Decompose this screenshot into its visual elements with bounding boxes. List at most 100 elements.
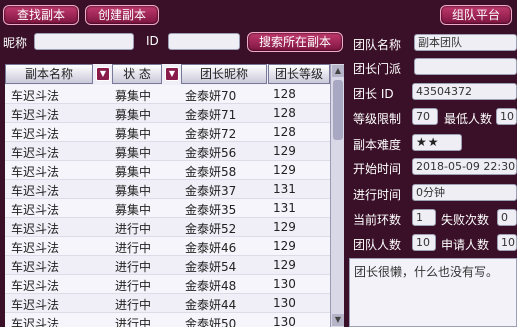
cell-leader-nickname: 金泰妍52 — [185, 222, 237, 236]
team-name-label: 团队名称 — [353, 38, 402, 52]
cell-dungeon-name: 车迟斗法 — [11, 127, 60, 141]
nickname-label: 昵称 — [3, 36, 28, 50]
cell-leader-nickname: 金泰妍71 — [185, 108, 237, 122]
cell-status: 募集中 — [115, 165, 152, 179]
cell-leader-level: 129 — [273, 258, 296, 272]
cell-dungeon-name: 车迟斗法 — [11, 317, 60, 327]
cell-leader-level: 131 — [273, 182, 296, 196]
cell-dungeon-name: 车迟斗法 — [11, 108, 60, 122]
scroll-up-icon[interactable]: ▲ — [332, 65, 344, 77]
dungeon-table: 副本名称 ▼ 状 态 ▼ 团长昵称 团长等级 车迟斗法 募集中 金泰妍70 128 车迟… — [5, 64, 330, 327]
cell-status: 募集中 — [115, 146, 152, 160]
cell-dungeon-name: 车迟斗法 — [11, 89, 60, 103]
create-dungeon-button[interactable]: 创建副本 — [85, 5, 159, 25]
cell-leader-level: 129 — [273, 220, 296, 234]
search-dungeon-button[interactable]: 查找副本 — [3, 5, 79, 25]
current-round-value: 1 — [412, 209, 436, 226]
cell-status: 进行中 — [115, 260, 152, 274]
table-scrollbar[interactable]: ▲ ▼ — [330, 64, 344, 327]
applicants-value: 10 — [497, 234, 517, 251]
search-location-button[interactable]: 搜索所在副本 — [247, 32, 343, 52]
min-players-value: 10 — [496, 108, 517, 125]
table-row[interactable]: 车迟斗法 进行中 金泰妍52 129 — [5, 218, 330, 237]
elapsed-time-value: 0分钟 — [412, 184, 517, 201]
cell-leader-nickname: 金泰妍37 — [185, 184, 237, 198]
cell-leader-nickname: 金泰妍35 — [185, 203, 237, 217]
cell-status: 募集中 — [115, 203, 152, 217]
leader-note-box: 团长很懒，什么也没有写。 — [349, 258, 517, 327]
cell-leader-level: 128 — [273, 87, 296, 101]
team-size-value: 10 — [412, 234, 436, 251]
cell-dungeon-name: 车迟斗法 — [11, 260, 60, 274]
cell-leader-nickname: 金泰妍56 — [185, 146, 237, 160]
column-header-leader-nickname[interactable]: 团长昵称 — [181, 64, 267, 84]
cell-status: 募集中 — [115, 89, 152, 103]
table-row[interactable]: 车迟斗法 募集中 金泰妍35 131 — [5, 199, 330, 218]
table-row[interactable]: 车迟斗法 募集中 金泰妍56 129 — [5, 142, 330, 161]
cell-leader-level: 130 — [273, 315, 296, 327]
current-round-label: 当前环数 — [353, 213, 402, 227]
table-row[interactable]: 车迟斗法 募集中 金泰妍70 128 — [5, 85, 330, 104]
table-row[interactable]: 车迟斗法 募集中 金泰妍58 129 — [5, 161, 330, 180]
scroll-thumb[interactable] — [333, 80, 343, 140]
cell-leader-level: 130 — [273, 277, 296, 291]
cell-dungeon-name: 车迟斗法 — [11, 222, 60, 236]
cell-leader-nickname: 金泰妍70 — [185, 89, 237, 103]
cell-dungeon-name: 车迟斗法 — [11, 146, 60, 160]
scroll-down-icon[interactable]: ▼ — [332, 314, 344, 326]
table-row[interactable]: 车迟斗法 募集中 金泰妍37 131 — [5, 180, 330, 199]
leader-sect-value — [414, 58, 517, 75]
cell-leader-nickname: 金泰妍54 — [185, 260, 237, 274]
fail-count-label: 失败次数 — [441, 213, 490, 227]
table-row[interactable]: 车迟斗法 进行中 金泰妍50 130 — [5, 313, 330, 327]
column-header-name[interactable]: 副本名称 — [5, 64, 93, 84]
table-row[interactable]: 车迟斗法 进行中 金泰妍48 130 — [5, 275, 330, 294]
column-header-status[interactable]: 状 态 — [112, 64, 162, 84]
cell-leader-nickname: 金泰妍48 — [185, 279, 237, 293]
cell-leader-level: 130 — [273, 296, 296, 310]
cell-leader-nickname: 金泰妍50 — [185, 317, 237, 327]
team-platform-button[interactable]: 组队平台 — [440, 5, 512, 25]
column-header-leader-level[interactable]: 团长等级 — [268, 64, 330, 84]
table-row[interactable]: 车迟斗法 募集中 金泰妍72 128 — [5, 123, 330, 142]
cell-leader-level: 128 — [273, 125, 296, 139]
applicants-label: 申请人数 — [441, 238, 490, 252]
cell-dungeon-name: 车迟斗法 — [11, 279, 60, 293]
id-input[interactable] — [168, 33, 240, 50]
level-limit-label: 等级限制 — [353, 112, 402, 126]
leader-filter-dropdown-icon[interactable]: ▼ — [165, 67, 179, 81]
cell-status: 进行中 — [115, 279, 152, 293]
level-limit-value: 70 — [412, 108, 438, 125]
id-label: ID — [146, 34, 159, 48]
table-row[interactable]: 车迟斗法 进行中 金泰妍46 129 — [5, 237, 330, 256]
start-time-value: 2018-05-09 22:30 — [412, 158, 517, 175]
cell-leader-nickname: 金泰妍46 — [185, 241, 237, 255]
cell-leader-level: 131 — [273, 201, 296, 215]
team-name-value: 副本团队 — [414, 34, 517, 51]
start-time-label: 开始时间 — [353, 162, 402, 176]
nickname-input[interactable] — [34, 33, 134, 50]
cell-status: 进行中 — [115, 298, 152, 312]
fail-count-value: 0 — [497, 209, 517, 226]
leader-id-value: 43504372 — [412, 83, 517, 100]
cell-status: 募集中 — [115, 127, 152, 141]
cell-leader-nickname: 金泰妍44 — [185, 298, 237, 312]
cell-status: 进行中 — [115, 241, 152, 255]
cell-leader-nickname: 金泰妍58 — [185, 165, 237, 179]
cell-dungeon-name: 车迟斗法 — [11, 165, 60, 179]
cell-leader-nickname: 金泰妍72 — [185, 127, 237, 141]
cell-status: 募集中 — [115, 184, 152, 198]
leader-note-text: 团长很懒，什么也没有写。 — [354, 265, 499, 279]
cell-dungeon-name: 车迟斗法 — [11, 203, 60, 217]
cell-status: 进行中 — [115, 222, 152, 236]
leader-sect-label: 团长门派 — [353, 62, 402, 76]
cell-dungeon-name: 车迟斗法 — [11, 184, 60, 198]
min-players-label: 最低人数 — [444, 112, 493, 126]
table-row[interactable]: 车迟斗法 募集中 金泰妍71 128 — [5, 104, 330, 123]
table-body: 车迟斗法 募集中 金泰妍70 128 车迟斗法 募集中 金泰妍71 128 车迟斗法 募集中 金泰妍… — [5, 85, 330, 327]
table-row[interactable]: 车迟斗法 进行中 金泰妍54 129 — [5, 256, 330, 275]
elapsed-time-label: 进行时间 — [353, 188, 402, 202]
status-filter-dropdown-icon[interactable]: ▼ — [96, 67, 110, 81]
cell-status: 募集中 — [115, 108, 152, 122]
table-row[interactable]: 车迟斗法 进行中 金泰妍44 130 — [5, 294, 330, 313]
